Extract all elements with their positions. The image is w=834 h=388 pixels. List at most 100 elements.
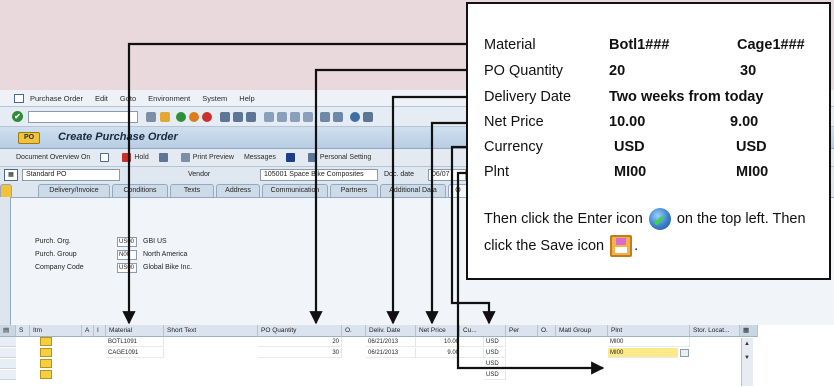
cell-net-price[interactable]: 10.00 (416, 337, 484, 347)
instr-material-value-2: Cage1### (737, 37, 805, 53)
item-status-icon (40, 337, 52, 346)
check-button[interactable] (158, 153, 171, 162)
instr-quantity-value-1: 20 (609, 63, 626, 79)
enter-icon[interactable]: ✔ (12, 111, 23, 122)
tab-org-data[interactable]: O (448, 184, 468, 197)
cell-currency[interactable]: USD (484, 370, 506, 380)
exit-icon[interactable] (189, 112, 199, 122)
col-header-order-unit[interactable]: O. (342, 325, 366, 337)
tab-additional-data[interactable]: Additional Data (380, 184, 446, 197)
new-session-icon[interactable] (320, 112, 330, 122)
first-page-icon[interactable] (264, 112, 274, 122)
instr-quantity-label: PO Quantity (484, 63, 563, 79)
cell-delivery-date[interactable]: 06/21/2013 (366, 337, 416, 347)
col-header-net-price[interactable]: Net Price (416, 325, 460, 337)
row-selector[interactable] (0, 337, 16, 347)
cell-currency[interactable]: USD (484, 337, 506, 347)
row-selector[interactable] (0, 370, 16, 380)
print-preview-label: Print Preview (192, 154, 234, 161)
hold-label: Hold (134, 154, 149, 161)
row-selector[interactable] (0, 359, 16, 369)
menu-icon[interactable] (14, 93, 24, 103)
col-header-item-category[interactable]: I (94, 325, 106, 337)
personal-setting-button[interactable]: Personal Setting (307, 153, 371, 162)
print-preview-button[interactable]: Print Preview (180, 153, 234, 162)
col-header-item[interactable]: Itm (30, 325, 82, 337)
purch-org-desc: GBI US (143, 238, 167, 245)
col-header-status[interactable]: S (16, 325, 30, 337)
menu-help[interactable]: Help (239, 94, 254, 103)
tab-partners[interactable]: Partners (330, 184, 378, 197)
menu-system[interactable]: System (202, 94, 227, 103)
col-header-material[interactable]: Material (106, 325, 164, 337)
menu-edit[interactable]: Edit (95, 94, 108, 103)
previous-page-icon[interactable] (277, 112, 287, 122)
cancel-icon[interactable] (202, 112, 212, 122)
tab-communication[interactable]: Communication (262, 184, 328, 197)
new-document-button[interactable] (100, 153, 112, 162)
save-icon (610, 235, 633, 258)
tab-address[interactable]: Address (216, 184, 260, 197)
back-icon[interactable] (176, 112, 186, 122)
cell-material[interactable]: BOTL1091 (106, 337, 164, 347)
vendor-field[interactable]: 105001 Space Bike Composites (260, 169, 378, 181)
print-icon[interactable] (220, 112, 230, 122)
column-settings-icon[interactable]: ▦ (740, 325, 758, 337)
cell-net-price[interactable]: 9.00 (416, 348, 484, 358)
cell-po-quantity[interactable]: 30 (258, 348, 342, 358)
col-header-per[interactable]: Per (506, 325, 538, 337)
col-header-material-group[interactable]: Matl Group (556, 325, 608, 337)
col-header-plant[interactable]: Plnt (608, 325, 690, 337)
next-page-icon[interactable] (290, 112, 300, 122)
back-nav-icon[interactable] (146, 112, 156, 122)
cell-po-quantity[interactable]: 20 (258, 337, 342, 347)
check-icon (158, 153, 168, 162)
doc-date-field[interactable]: 06/07 (428, 169, 466, 181)
col-header-short-text[interactable]: Short Text (164, 325, 258, 337)
menu-goto[interactable]: Goto (120, 94, 136, 103)
row-selector[interactable] (0, 348, 16, 358)
hold-icon (122, 153, 132, 162)
save-icon[interactable] (160, 112, 170, 122)
menu-environment[interactable]: Environment (148, 94, 190, 103)
help-icon[interactable] (350, 112, 360, 122)
col-header-order-price-unit[interactable]: O. (538, 325, 556, 337)
command-field[interactable] (28, 111, 138, 123)
messages-button[interactable]: Messages (244, 154, 276, 161)
cell-material[interactable]: CAGE1091 (106, 348, 164, 358)
col-header-delivery-date[interactable]: Deliv. Date (366, 325, 416, 337)
cell-currency[interactable]: USD (484, 348, 506, 358)
last-page-icon[interactable] (303, 112, 313, 122)
find-icon[interactable] (233, 112, 243, 122)
col-header-currency[interactable]: Cu... (460, 325, 506, 337)
menu-purchase-order[interactable]: Purchase Order (30, 94, 83, 103)
tab-delivery-invoice[interactable]: Delivery/Invoice (38, 184, 110, 197)
col-header-storage-location[interactable]: Stor. Locat... (690, 325, 740, 337)
note-part-a: Then click the Enter icon (484, 211, 643, 227)
grid-select-all-icon[interactable]: ▤ (0, 325, 16, 337)
plant-search-help-icon[interactable] (680, 349, 689, 357)
find-next-icon[interactable] (246, 112, 256, 122)
scroll-down-icon[interactable]: ▼ (744, 355, 750, 361)
purch-group-field[interactable]: N00 (117, 250, 137, 260)
layout-menu-icon[interactable] (363, 112, 373, 122)
cell-delivery-date[interactable]: 06/21/2013 (366, 348, 416, 358)
col-header-po-quantity[interactable]: PO Quantity (258, 325, 342, 337)
hold-button[interactable]: Hold (122, 153, 149, 162)
col-header-account-category[interactable]: A (82, 325, 94, 337)
purch-org-field[interactable]: US00 (117, 237, 137, 247)
document-overview-button[interactable]: Document Overview On (16, 154, 90, 161)
cell-plant[interactable]: MI00 (608, 337, 690, 347)
instr-plant-label: Plnt (484, 164, 509, 180)
company-code-field[interactable]: US00 (117, 263, 137, 273)
shortcut-icon[interactable] (333, 112, 343, 122)
info-button[interactable] (285, 153, 298, 162)
cell-currency[interactable]: USD (484, 359, 506, 369)
document-type-select[interactable]: Standard PO (22, 169, 120, 181)
header-toggle-icon[interactable] (0, 184, 12, 197)
cell-plant-active[interactable]: MI00 (608, 348, 678, 358)
scroll-up-icon[interactable]: ▲ (744, 341, 750, 347)
tab-texts[interactable]: Texts (170, 184, 214, 197)
tab-conditions[interactable]: Conditions (112, 184, 168, 197)
purch-group-desc: North America (143, 251, 188, 258)
